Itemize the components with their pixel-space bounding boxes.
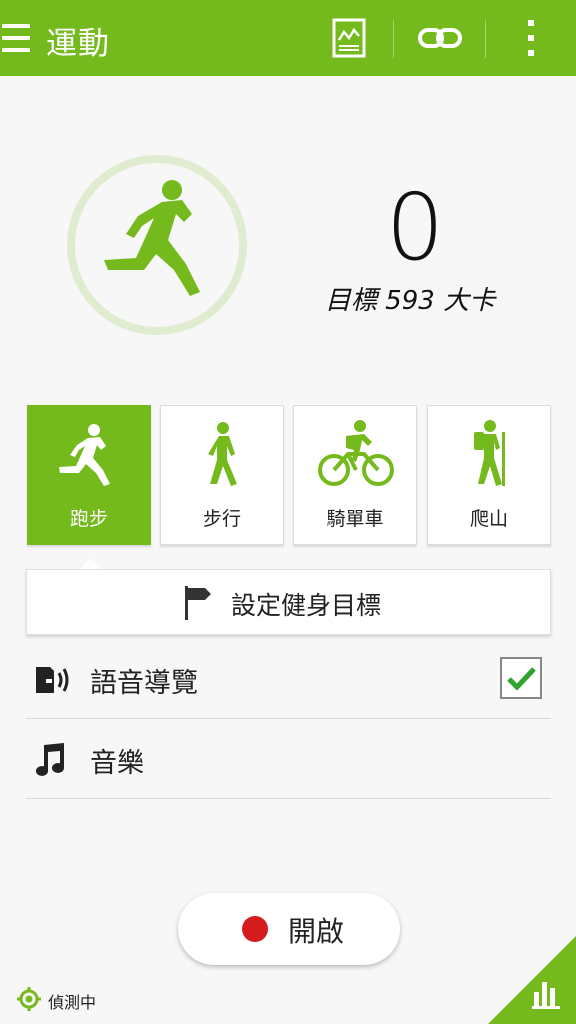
mode-label: 爬山 [469,508,508,530]
link-icon[interactable] [416,14,464,62]
music-label: 音樂 [90,748,144,779]
mode-label: 騎單車 [326,508,384,530]
page-title: 運動 [46,26,110,62]
record-dot-icon [242,916,268,942]
music-row[interactable]: 音樂 [26,719,551,799]
hiking-icon [474,420,505,486]
cycling-icon [318,420,394,486]
mode-label: 跑步 [69,508,108,530]
mode-hiking[interactable]: 爬山 [427,405,551,545]
mode-walking[interactable]: 步行 [160,405,284,545]
voice-guide-row[interactable]: 語音導覽 [26,639,551,719]
start-button[interactable]: 開啟 [178,893,400,965]
gps-target-icon [17,987,41,1011]
app-bar: 運動 [0,0,576,76]
more-options-icon[interactable] [507,14,555,62]
menu-icon[interactable] [2,24,30,52]
walking-icon [208,422,237,486]
running-icon [59,424,110,486]
calorie-count: 0 [385,174,445,281]
start-label: 開啟 [288,915,345,948]
running-icon [104,180,200,296]
mode-running[interactable]: 跑步 [27,405,151,545]
mode-label: 步行 [202,508,241,530]
mode-cycling[interactable]: 騎單車 [293,405,417,545]
checkmark-icon [507,667,536,691]
voice-guide-checkbox[interactable] [500,657,542,699]
voice-guide-icon [36,667,69,693]
flag-icon [185,586,211,620]
set-goal-button[interactable]: 設定健身目標 [26,569,551,635]
music-note-icon [36,743,64,776]
gps-status-label: 偵測中 [48,993,97,1012]
activity-progress-ring [64,152,250,338]
appbar-divider [485,20,486,58]
appbar-divider [393,20,394,58]
voice-guide-label: 語音導覽 [90,668,198,699]
chart-report-icon[interactable] [325,14,373,62]
calorie-goal: 目標 593 大卡 [324,286,496,316]
set-goal-label: 設定健身目標 [231,591,382,620]
statistics-corner-button[interactable] [488,936,576,1024]
